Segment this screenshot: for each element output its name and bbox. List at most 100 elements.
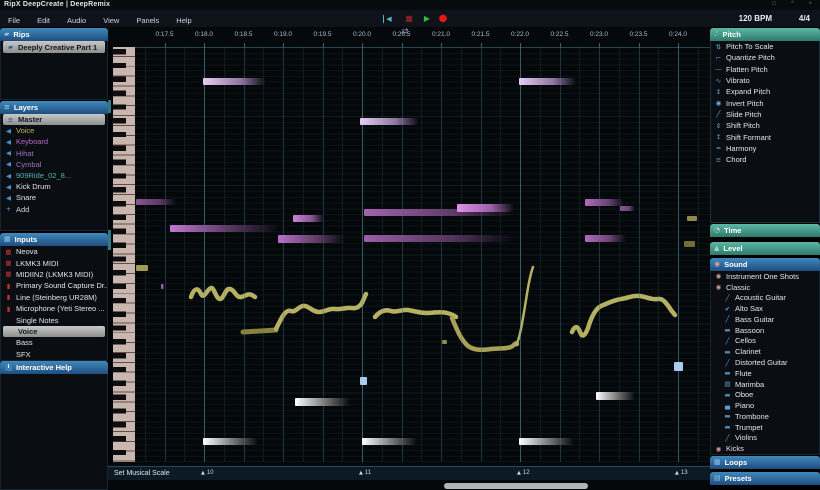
stop-button[interactable]: ■ <box>404 10 414 27</box>
drum-note[interactable] <box>362 438 417 445</box>
tool-vibrato[interactable]: ∿ Vibrato <box>711 75 819 86</box>
input-mode-single-notes[interactable]: Single Notes <box>1 314 107 325</box>
input-mode-voice[interactable]: Voice <box>3 326 105 337</box>
sound-alto-sax[interactable]: ✔ Alto Sax <box>711 303 819 314</box>
maximize-icon[interactable]: □ <box>772 1 776 7</box>
cue-square[interactable] <box>360 377 367 385</box>
oneshot-dot[interactable] <box>136 265 148 271</box>
bar-marker-13[interactable]: ▲13 <box>675 470 688 476</box>
piano-keyboard[interactable] <box>113 47 135 462</box>
sound-clarinet[interactable]: ▬ Clarinet <box>711 346 819 357</box>
tool-flatten-pitch[interactable]: — Flatten Pitch <box>711 64 819 75</box>
pitch-trace[interactable] <box>452 318 517 350</box>
input-neova[interactable]: ▦ Neova <box>1 246 107 257</box>
inputs-panel-header[interactable]: ▦ Inputs <box>0 233 108 246</box>
add-layer-button[interactable]: + Add <box>1 204 107 215</box>
sound-instrument-one-shots[interactable]: ◉ Instrument One Shots <box>711 271 819 282</box>
melody-note[interactable] <box>364 235 513 242</box>
melody-note[interactable] <box>161 284 164 289</box>
pitch-trace[interactable] <box>276 294 366 329</box>
cue-square[interactable] <box>674 362 683 371</box>
time-signature-display[interactable]: 4/4 <box>799 10 810 27</box>
pitch-trace[interactable] <box>375 310 456 317</box>
tool-shift-formant[interactable]: ↥ Shift Formant <box>711 131 819 142</box>
sound-oboe[interactable]: ▬ Oboe <box>711 389 819 400</box>
pitch-trace[interactable] <box>572 296 675 336</box>
tool-slide-pitch[interactable]: ╱ Slide Pitch <box>711 109 819 120</box>
tool-expand-pitch[interactable]: ↕ Expand Pitch <box>711 86 819 97</box>
layer-909ride[interactable]: ◀ 909Ride_02_8... <box>1 170 107 181</box>
sound-bassoon[interactable]: ▬ Bassoon <box>711 325 819 336</box>
melody-note[interactable] <box>457 204 514 212</box>
sound-kicks[interactable]: ◉ Kicks <box>711 443 819 454</box>
input-mode-sfx[interactable]: SFX <box>1 349 107 360</box>
skip-to-start-button[interactable]: ◀ <box>383 15 394 23</box>
melody-note[interactable] <box>585 235 626 242</box>
layer-snare[interactable]: ◀ Snare <box>1 192 107 203</box>
sound-trumpet[interactable]: ▬ Trumpet <box>711 422 819 433</box>
loop-icon[interactable]: ⇄ <box>401 27 409 37</box>
bar-marker-10[interactable]: ▲10 <box>201 470 214 476</box>
play-button[interactable]: ▶ <box>421 10 433 27</box>
loops-panel-header[interactable]: ▦ Loops <box>710 456 820 469</box>
drum-note[interactable] <box>519 438 574 445</box>
input-lkmk3-midi[interactable]: ▦ LKMK3 MIDI <box>1 257 107 268</box>
drum-note[interactable] <box>295 398 350 406</box>
layer-voice[interactable]: ◀ Voice <box>1 125 107 136</box>
melody-note[interactable] <box>136 199 176 205</box>
melody-note[interactable] <box>278 235 345 243</box>
sound-panel-header[interactable]: ◉ Sound <box>710 258 820 271</box>
drum-note[interactable] <box>203 438 258 445</box>
tool-shift-pitch[interactable]: ⇕ Shift Pitch <box>711 120 819 131</box>
input-primary-sound-capture[interactable]: ▮ Primary Sound Capture Dr... <box>1 280 107 291</box>
input-line-steinberg[interactable]: ▮ Line (Steinberg UR28M) <box>1 292 107 303</box>
keyboard-note[interactable] <box>203 78 266 85</box>
melody-note[interactable] <box>620 206 635 211</box>
tool-chord[interactable]: ≡ Chord <box>711 154 819 165</box>
input-mode-bass[interactable]: Bass <box>1 337 107 348</box>
sound-flute[interactable]: ▬ Flute <box>711 368 819 379</box>
layer-keyboard[interactable]: ◀ Keyboard <box>1 136 107 147</box>
oneshot-dot[interactable] <box>684 241 695 247</box>
pitch-panel-header[interactable]: ♪ Pitch <box>710 28 820 41</box>
close-icon[interactable]: × <box>808 1 812 7</box>
sound-acoustic-guitar[interactable]: ╱ Acoustic Guitar <box>711 293 819 304</box>
interactive-help-header[interactable]: i Interactive Help <box>0 361 108 374</box>
drum-note[interactable] <box>596 392 635 400</box>
layer-kick-drum[interactable]: ◀ Kick Drum <box>1 181 107 192</box>
horizontal-scrollbar[interactable] <box>444 483 588 489</box>
sound-marimba[interactable]: ▤ Marimba <box>711 379 819 390</box>
oneshot-dot[interactable] <box>442 340 447 344</box>
rips-panel-header[interactable]: ▰ Rips <box>0 28 108 41</box>
sound-classic[interactable]: ◉ Classic <box>711 282 819 293</box>
time-panel-header[interactable]: ◔ Time <box>710 224 820 237</box>
sound-violins[interactable]: ╱ Violins <box>711 432 819 443</box>
keyboard-note[interactable] <box>360 118 419 125</box>
melody-note[interactable] <box>585 199 624 206</box>
pitch-trace[interactable] <box>243 330 276 332</box>
keyboard-note[interactable] <box>519 78 576 85</box>
layer-hihat[interactable]: ◀ Hihat <box>1 148 107 159</box>
sound-distorted-guitar[interactable]: ╱ Distorted Guitar <box>711 357 819 368</box>
sound-cellos[interactable]: ╱ Cellos <box>711 336 819 347</box>
sound-trombone[interactable]: ▬ Trombone <box>711 411 819 422</box>
presets-panel-header[interactable]: ▤ Presets <box>710 472 820 485</box>
melody-note[interactable] <box>170 225 279 232</box>
timeline-ruler[interactable]: 0:17.50:18.00:18.50:19.00:19.50:20.00:20… <box>108 27 710 48</box>
tool-quantize-pitch[interactable]: ⌐ Quantize Pitch <box>711 52 819 63</box>
sound-bass-guitar[interactable]: ╱ Bass Guitar <box>711 314 819 325</box>
input-microphone-yeti[interactable]: ▮ Microphone (Yeti Stereo ... <box>1 303 107 314</box>
level-panel-header[interactable]: ▲ Level <box>710 242 820 255</box>
note-grid[interactable] <box>135 47 710 462</box>
oneshot-dot[interactable] <box>687 216 697 221</box>
layers-panel-header[interactable]: ≡ Layers <box>0 101 108 114</box>
input-midiin2[interactable]: ▦ MIDIIN2 (LKMK3 MIDI) <box>1 269 107 280</box>
set-musical-scale-bar[interactable]: Set Musical Scale ▲10▲11▲12▲13 <box>108 466 710 480</box>
tool-pitch-to-scale[interactable]: ⇅ Pitch To Scale <box>711 41 819 52</box>
bar-marker-12[interactable]: ▲12 <box>517 470 530 476</box>
pitch-trace[interactable] <box>516 267 533 345</box>
sound-piano[interactable]: ▄ Piano <box>711 400 819 411</box>
layer-master[interactable]: ≡ Master <box>3 114 105 125</box>
rip-deeply-creative-part-1[interactable]: ▰ Deeply Creative Part 1 <box>3 41 105 53</box>
tool-invert-pitch[interactable]: ◉ Invert Pitch <box>711 97 819 108</box>
